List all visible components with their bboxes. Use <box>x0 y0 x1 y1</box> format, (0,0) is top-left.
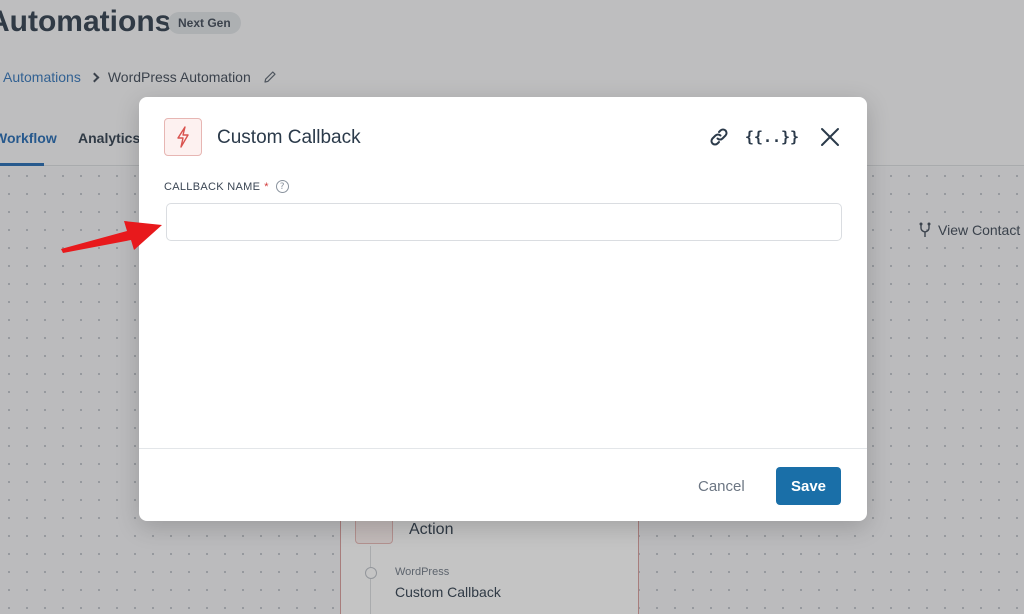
custom-callback-modal: Custom Callback {{..}} CALLBACK NAME * ?… <box>139 97 867 521</box>
save-button[interactable]: Save <box>776 467 841 505</box>
callback-name-label-text: CALLBACK NAME <box>164 180 261 193</box>
help-icon[interactable]: ? <box>275 180 289 193</box>
merge-tags-icon[interactable]: {{..}} <box>745 122 799 152</box>
callback-name-input[interactable] <box>166 203 842 241</box>
bolt-icon <box>164 118 202 156</box>
required-asterisk: * <box>264 180 269 193</box>
modal-title: Custom Callback <box>217 127 361 148</box>
close-icon[interactable] <box>815 122 845 152</box>
callback-name-label: CALLBACK NAME * ? <box>164 180 289 193</box>
annotation-arrow <box>61 221 162 253</box>
cancel-button[interactable]: Cancel <box>684 467 759 505</box>
modal-footer-divider <box>139 448 867 449</box>
link-icon[interactable] <box>704 122 734 152</box>
